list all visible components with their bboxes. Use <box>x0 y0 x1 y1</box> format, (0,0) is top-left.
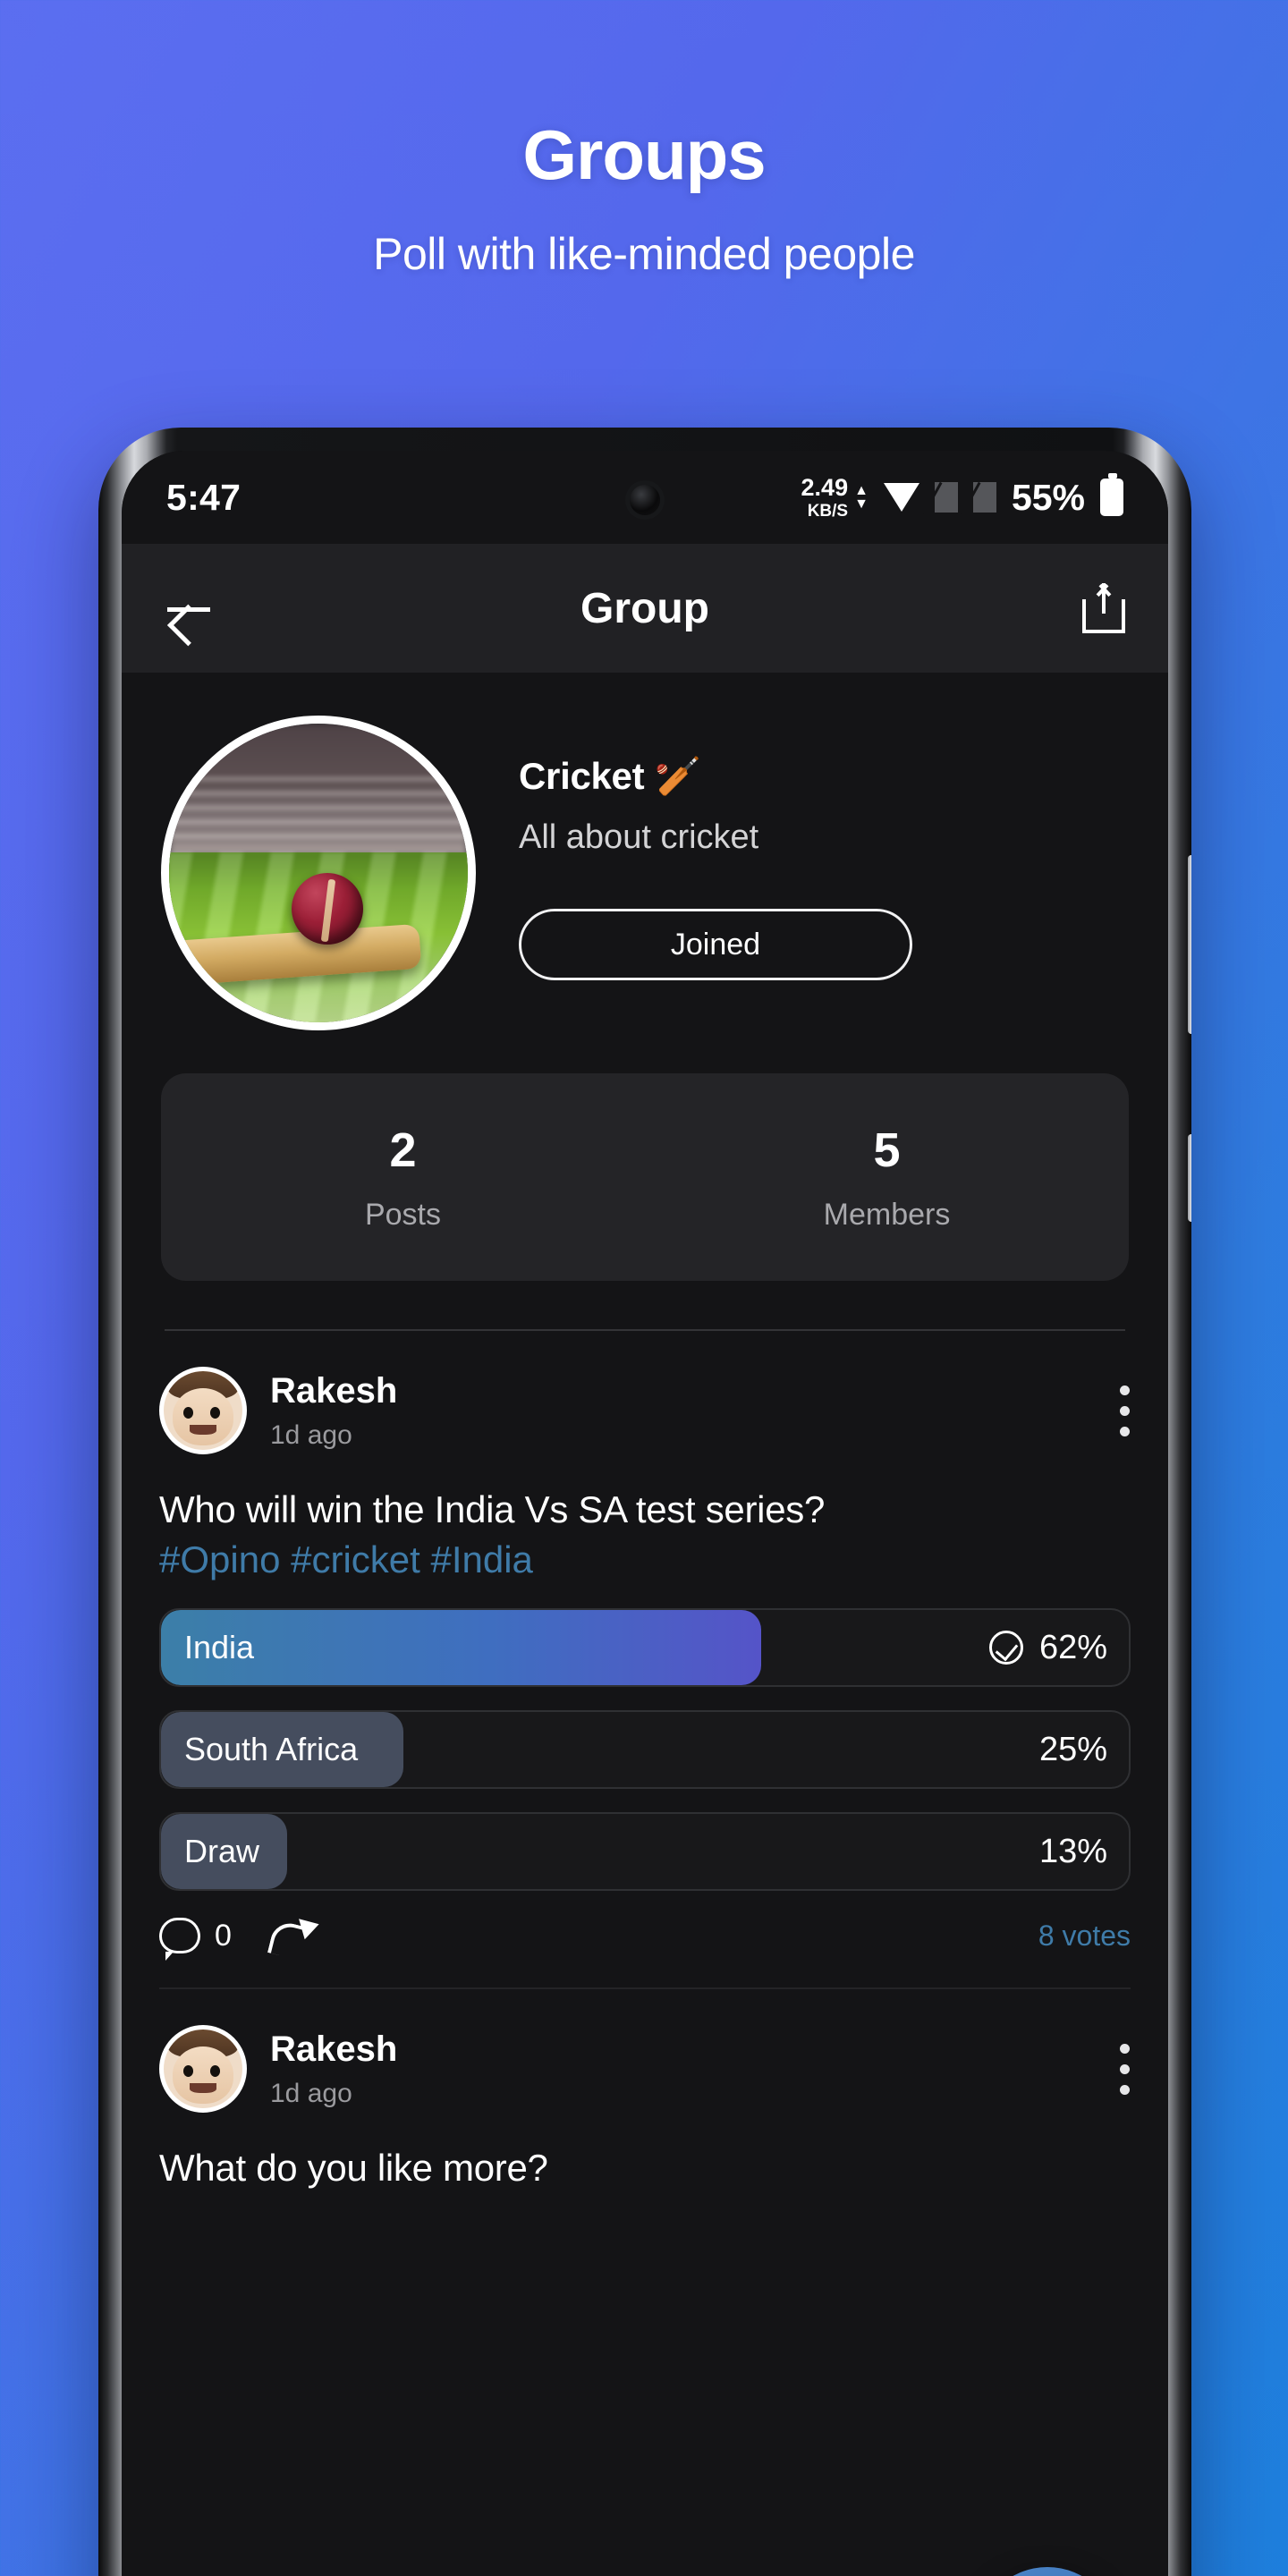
post-author[interactable]: Rakesh <box>270 1371 1120 1411</box>
network-unit: KB/S <box>807 501 849 521</box>
post-item: Rakesh 1d ago What do you like more? <box>122 1989 1168 2190</box>
poll-option-percent: 62% <box>1038 1628 1107 1666</box>
group-profile: Cricket 🏏 All about cricket Joined <box>122 673 1168 1030</box>
poll-option-label: Draw <box>184 1833 260 1869</box>
battery-icon <box>1100 473 1123 516</box>
power-button[interactable] <box>1188 1134 1191 1222</box>
network-speed: 2.49 KB/S <box>801 473 849 521</box>
kebab-menu-icon[interactable] <box>1120 2043 1131 2095</box>
comment-count: 0 <box>215 1918 232 1953</box>
promo-header: Groups Poll with like-minded people <box>0 0 1288 280</box>
avatar[interactable] <box>159 1367 247 1454</box>
app-bar: Group <box>122 544 1168 673</box>
stat-members-label: Members <box>823 1197 951 1232</box>
wifi-icon <box>883 483 919 512</box>
front-camera-icon <box>630 485 660 515</box>
comment-button[interactable]: 0 <box>159 1918 232 1961</box>
status-time: 5:47 <box>166 476 242 518</box>
kebab-menu-icon[interactable] <box>1120 1385 1131 1436</box>
group-name: Cricket 🏏 <box>519 755 701 797</box>
stat-members-value: 5 <box>873 1123 901 1177</box>
promo-title: Groups <box>522 115 766 194</box>
group-description: All about cricket <box>519 818 759 856</box>
poll-option-india[interactable]: India 62% <box>159 1608 1131 1687</box>
status-bar: 5:47 2.49 KB/S ▲ ▼ 55% <box>122 451 1168 544</box>
stat-posts[interactable]: 2 Posts <box>161 1123 645 1233</box>
promo-subtitle: Poll with like-minded people <box>373 229 915 279</box>
share-arrow-icon[interactable] <box>271 1914 321 1957</box>
network-rate: 2.49 <box>801 473 849 501</box>
check-circle-icon <box>988 1631 1023 1665</box>
poll-option-label: India <box>184 1629 255 1665</box>
group-avatar[interactable] <box>161 716 476 1030</box>
create-poll-fab[interactable] <box>977 2567 1118 2576</box>
poll-option-label: South Africa <box>184 1731 359 1767</box>
comment-bubble-icon <box>159 1918 200 1961</box>
poll-option-percent: 13% <box>1038 1832 1107 1870</box>
network-arrows-icon: ▲ ▼ <box>854 482 869 512</box>
avatar[interactable] <box>159 2025 247 2113</box>
poll-options: India 62% South Africa 25% Draw 13% <box>159 1608 1131 1891</box>
stat-members[interactable]: 5 Members <box>645 1123 1129 1233</box>
group-stats-card: 2 Posts 5 Members <box>161 1073 1129 1281</box>
post-footer: 0 8 votes <box>159 1914 1131 1961</box>
stat-posts-value: 2 <box>389 1123 417 1177</box>
phone-screen: 5:47 2.49 KB/S ▲ ▼ 55% Group Cricket 🏏 A… <box>122 451 1168 2576</box>
poll-option-south-africa[interactable]: South Africa 25% <box>159 1710 1131 1789</box>
page-title: Group <box>580 584 709 632</box>
sim1-no-signal-icon <box>935 482 958 513</box>
post-timestamp: 1d ago <box>270 1419 352 1450</box>
group-content: Cricket 🏏 All about cricket Joined 2 Pos… <box>122 673 1168 2576</box>
vote-count[interactable]: 8 votes <box>1038 1919 1131 1953</box>
poll-question: What do you like more? <box>159 2147 548 2189</box>
post-timestamp: 1d ago <box>270 2078 352 2108</box>
volume-button[interactable] <box>1188 855 1191 1034</box>
post-header: Rakesh 1d ago <box>159 2025 1131 2113</box>
joined-button[interactable]: Joined <box>519 909 912 980</box>
poll-hashtags[interactable]: #Opino #cricket #India <box>159 1538 1131 1581</box>
poll-option-percent: 25% <box>1038 1730 1107 1768</box>
sim2-no-signal-icon <box>973 482 996 513</box>
back-arrow-icon[interactable] <box>165 584 213 632</box>
stat-posts-label: Posts <box>364 1197 442 1232</box>
phone-mockup: 5:47 2.49 KB/S ▲ ▼ 55% Group Cricket 🏏 A… <box>98 428 1191 2576</box>
poll-option-draw[interactable]: Draw 13% <box>159 1812 1131 1891</box>
poll-question: Who will win the India Vs SA test series… <box>159 1488 826 1530</box>
post-header: Rakesh 1d ago <box>159 1367 1131 1454</box>
battery-percent: 55% <box>1011 476 1085 518</box>
share-icon[interactable] <box>1082 583 1125 633</box>
post-author[interactable]: Rakesh <box>270 2029 1120 2070</box>
post-item: Rakesh 1d ago Who will win the India Vs … <box>122 1331 1168 1989</box>
